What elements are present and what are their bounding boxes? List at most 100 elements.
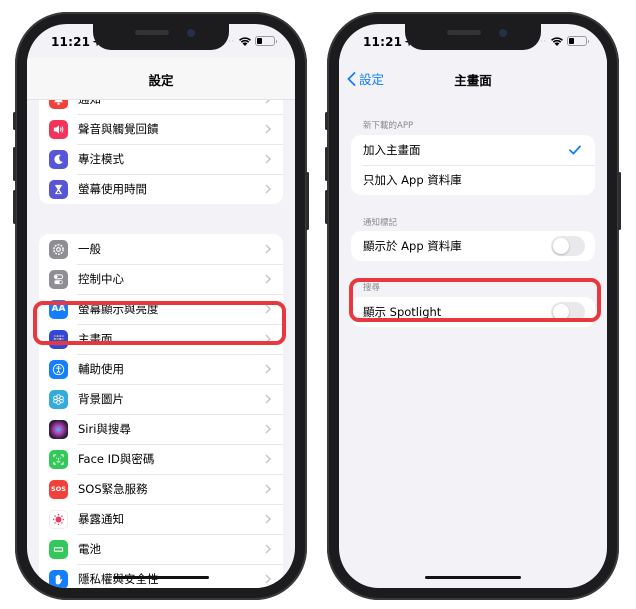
nav-bar: 設定 bbox=[27, 58, 295, 100]
notification-badges-group: 顯示於 App 資料庫 bbox=[351, 231, 595, 261]
page-title: 設定 bbox=[148, 73, 174, 88]
settings-item-accessibility[interactable]: 輔助使用 bbox=[39, 354, 283, 384]
home-indicator[interactable] bbox=[113, 575, 209, 579]
chevron-right-icon bbox=[265, 484, 271, 494]
accessibility-icon bbox=[49, 359, 68, 379]
side-button bbox=[618, 172, 621, 230]
item-label: 控制中心 bbox=[78, 272, 124, 286]
phone-right: 11:21 ···· 設定 主畫面 新下載的APP 加入主畫面 只加入 App … bbox=[325, 12, 621, 600]
section-header-search: 搜尋 bbox=[363, 283, 381, 293]
chevron-right-icon bbox=[265, 424, 271, 434]
search-group: 顯示 Spotlight bbox=[351, 297, 595, 327]
home-indicator[interactable] bbox=[425, 575, 521, 579]
settings-item-face-id[interactable]: Face ID與密碼 bbox=[39, 444, 283, 474]
settings-screen: 11:21 ···· 設定 通知 bbox=[27, 24, 295, 588]
option-app-library-only[interactable]: 只加入 App 資料庫 bbox=[351, 165, 595, 195]
show-spotlight-row: 顯示 Spotlight bbox=[351, 297, 595, 327]
toggle-label: 顯示 Spotlight bbox=[363, 305, 442, 319]
chevron-right-icon bbox=[265, 244, 271, 254]
option-label: 加入主畫面 bbox=[363, 143, 421, 157]
option-label: 只加入 App 資料庫 bbox=[363, 173, 462, 187]
chevron-right-icon bbox=[265, 544, 271, 554]
chevron-right-icon bbox=[265, 124, 271, 134]
volume-down-button bbox=[325, 190, 328, 224]
nav-bar: 設定 主畫面 bbox=[339, 58, 607, 100]
option-add-to-home-screen[interactable]: 加入主畫面 bbox=[351, 135, 595, 165]
settings-item-siri[interactable]: Siri與搜尋 bbox=[39, 414, 283, 444]
text-size-icon: AA bbox=[49, 299, 68, 319]
wifi-icon bbox=[551, 36, 563, 46]
notch bbox=[405, 24, 541, 50]
battery-icon bbox=[49, 539, 68, 559]
chevron-right-icon bbox=[265, 334, 271, 344]
volume-up-button bbox=[13, 147, 16, 181]
item-label: 一般 bbox=[78, 242, 101, 256]
settings-list[interactable]: 通知 聲音與觸覺回饋 專注模式 bbox=[27, 84, 295, 588]
moon-icon bbox=[49, 149, 68, 169]
chevron-right-icon bbox=[265, 454, 271, 464]
item-label: 隱私權與安全性 bbox=[78, 572, 159, 586]
settings-item-home-screen[interactable]: 主畫面 bbox=[39, 324, 283, 354]
item-label: 聲音與觸覺回饋 bbox=[78, 122, 159, 136]
item-label: 螢幕使用時間 bbox=[78, 182, 147, 196]
settings-item-battery[interactable]: 電池 bbox=[39, 534, 283, 564]
settings-item-emergency-sos[interactable]: SOS SOS緊急服務 bbox=[39, 474, 283, 504]
phone-left: 11:21 ···· 設定 通知 bbox=[13, 12, 309, 600]
settings-item-exposure-notifications[interactable]: 暴露通知 bbox=[39, 504, 283, 534]
item-label: 暴露通知 bbox=[78, 512, 124, 526]
hand-icon bbox=[49, 569, 68, 588]
settings-item-display[interactable]: AA 螢幕顯示與亮度 bbox=[39, 294, 283, 324]
wifi-icon bbox=[239, 36, 251, 46]
settings-item-screen-time[interactable]: 螢幕使用時間 bbox=[39, 174, 283, 204]
battery-status-icon bbox=[255, 36, 277, 46]
item-label: 輔助使用 bbox=[78, 362, 124, 376]
settings-group-2: 一般 控制中心 AA 螢幕顯示與亮度 主畫面 輔助使用 背景圖片 Siri與搜尋… bbox=[39, 234, 283, 588]
speaker-icon bbox=[49, 119, 68, 139]
chevron-right-icon bbox=[265, 364, 271, 374]
item-label: 主畫面 bbox=[78, 332, 113, 346]
settings-item-general[interactable]: 一般 bbox=[39, 234, 283, 264]
notch bbox=[93, 24, 229, 50]
battery-status-icon bbox=[567, 36, 589, 46]
side-button bbox=[306, 172, 309, 230]
settings-item-focus[interactable]: 專注模式 bbox=[39, 144, 283, 174]
gear-icon bbox=[49, 239, 68, 259]
settings-group-1: 通知 聲音與觸覺回饋 專注模式 bbox=[39, 84, 283, 204]
item-label: 背景圖片 bbox=[78, 392, 124, 406]
chevron-right-icon bbox=[265, 274, 271, 284]
item-label: Face ID與密碼 bbox=[78, 452, 155, 466]
chevron-right-icon bbox=[265, 154, 271, 164]
home-screen-settings-screen: 11:21 ···· 設定 主畫面 新下載的APP 加入主畫面 只加入 App … bbox=[339, 24, 607, 588]
volume-down-button bbox=[13, 190, 16, 224]
chevron-right-icon bbox=[265, 514, 271, 524]
checkmark-icon bbox=[569, 145, 581, 155]
item-label: 螢幕顯示與亮度 bbox=[78, 302, 159, 316]
mute-switch bbox=[13, 112, 16, 130]
settings-item-control-center[interactable]: 控制中心 bbox=[39, 264, 283, 294]
home-screen-icon bbox=[49, 329, 68, 349]
chevron-right-icon bbox=[265, 574, 271, 584]
sos-icon: SOS bbox=[49, 479, 68, 499]
item-label: SOS緊急服務 bbox=[78, 482, 148, 496]
show-in-app-library-toggle[interactable] bbox=[551, 236, 585, 256]
wallpaper-icon bbox=[49, 389, 68, 409]
settings-item-wallpaper[interactable]: 背景圖片 bbox=[39, 384, 283, 414]
face-id-icon bbox=[49, 449, 68, 469]
exposure-icon bbox=[49, 509, 68, 529]
chevron-right-icon bbox=[265, 304, 271, 314]
page-title: 主畫面 bbox=[454, 73, 492, 88]
show-spotlight-toggle[interactable] bbox=[551, 302, 585, 322]
item-label: Siri與搜尋 bbox=[78, 422, 131, 436]
section-header-notification-badges: 通知標記 bbox=[363, 218, 398, 228]
item-label: 電池 bbox=[78, 542, 101, 556]
toggle-label: 顯示於 App 資料庫 bbox=[363, 239, 462, 253]
item-label: 專注模式 bbox=[78, 152, 124, 166]
section-header-new-apps: 新下載的APP bbox=[363, 121, 414, 131]
chevron-right-icon bbox=[265, 394, 271, 404]
hourglass-icon bbox=[49, 179, 68, 199]
switches-icon bbox=[49, 269, 68, 289]
volume-up-button bbox=[325, 147, 328, 181]
chevron-right-icon bbox=[265, 184, 271, 194]
settings-item-sounds[interactable]: 聲音與觸覺回饋 bbox=[39, 114, 283, 144]
siri-icon bbox=[49, 419, 68, 439]
